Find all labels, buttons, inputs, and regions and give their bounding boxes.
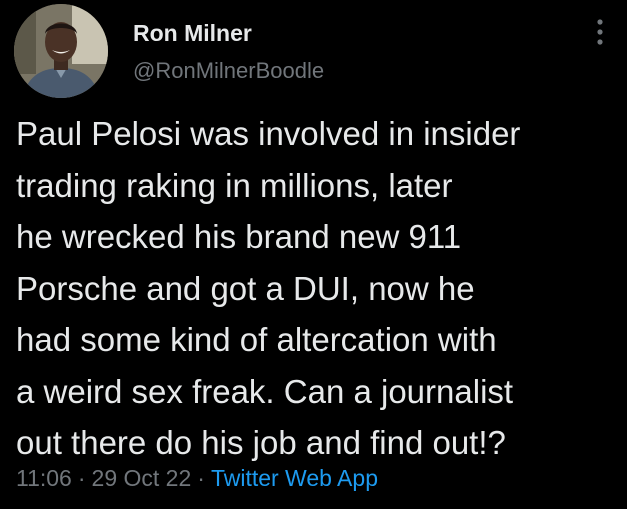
tweet-text: Paul Pelosi was involved in insider trad… — [16, 115, 521, 461]
profile-photo-icon — [14, 4, 108, 98]
tweet-metadata: 11:06 · 29 Oct 22 · Twitter Web App — [16, 465, 378, 492]
tweet-card: Ron Milner @RonMilnerBoodle Paul Pelosi … — [0, 0, 627, 509]
tweet-time[interactable]: 11:06 — [16, 465, 72, 491]
source-app-link[interactable]: Twitter Web App — [211, 465, 378, 491]
avatar[interactable] — [14, 4, 108, 98]
display-name[interactable]: Ron Milner — [133, 20, 252, 47]
meta-separator: · — [77, 465, 86, 491]
tweet-date[interactable]: 29 Oct 22 — [92, 465, 192, 491]
user-handle[interactable]: @RonMilnerBoodle — [133, 58, 324, 84]
meta-separator: · — [197, 465, 205, 491]
more-vertical-icon — [597, 19, 603, 45]
more-options-button[interactable] — [588, 16, 612, 50]
